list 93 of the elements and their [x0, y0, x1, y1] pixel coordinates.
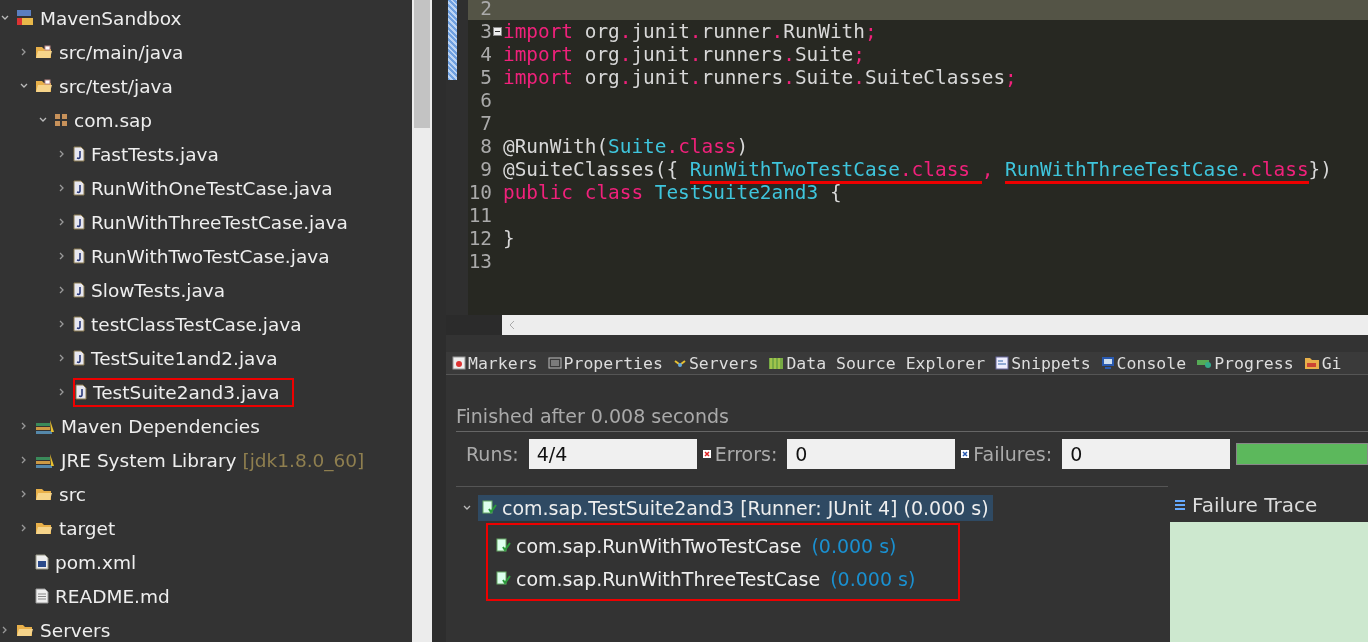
code-line: import org.junit.runners.Suite.SuiteClasses;	[503, 66, 1017, 89]
java-file-icon	[73, 146, 85, 162]
test-case-row[interactable]: com.sap.RunWithThreeTestCase (0.000 s)	[488, 562, 958, 595]
tree-item[interactable]: RunWithOneTestCase.java	[91, 177, 333, 199]
scrollbar[interactable]	[412, 0, 432, 642]
tree-item[interactable]: JRE System Library	[61, 449, 237, 471]
folder-icon	[35, 486, 53, 502]
failure-icon	[961, 450, 970, 458]
properties-icon	[547, 357, 562, 370]
tree-item[interactable]: src/main/java	[59, 41, 184, 63]
folder-icon	[35, 520, 53, 536]
counter-label: Errors:	[714, 443, 778, 465]
counter-value: 4/4	[528, 439, 697, 469]
code-line: @RunWith(Suite.class)	[503, 135, 749, 158]
java-file-icon	[75, 384, 87, 400]
tree-item[interactable]: TestSuite1and2.java	[91, 347, 278, 369]
java-file-icon	[73, 214, 85, 230]
error-icon	[702, 450, 711, 458]
line-number: 10	[468, 181, 492, 204]
tree-item[interactable]: MavenSandbox	[40, 7, 182, 29]
console-icon	[1100, 356, 1115, 371]
counter-label: Runs:	[466, 443, 519, 465]
view-tab[interactable]: Snippets	[1011, 353, 1091, 373]
tree-item[interactable]: target	[59, 517, 116, 539]
code-line: @SuiteClasses({ RunWithTwoTestCase.class , RunWithThreeTestCase.class})	[503, 158, 1332, 181]
file-icon	[35, 554, 49, 570]
tree-item[interactable]: Servers	[40, 619, 111, 641]
line-number: 12	[468, 227, 492, 250]
line-number: 8	[479, 135, 492, 158]
test-passed-icon	[482, 500, 498, 516]
list-icon	[1174, 499, 1186, 511]
tree-item[interactable]: TestSuite2and3.java	[93, 381, 280, 403]
project-icon	[16, 9, 34, 27]
text-file-icon	[35, 588, 49, 604]
view-tab[interactable]: Servers	[688, 353, 759, 373]
line-number: 2	[479, 0, 492, 20]
source-folder-icon	[35, 78, 53, 94]
tree-item[interactable]: RunWithThreeTestCase.java	[91, 211, 348, 233]
test-suite-row[interactable]: com.sap.TestSuite2and3 [Runner: JUnit 4] (0.000 s)	[478, 495, 993, 521]
line-number: 6	[479, 89, 492, 112]
tree-item[interactable]: com.sap	[74, 109, 153, 131]
view-tab[interactable]: Progress	[1214, 353, 1294, 373]
java-file-icon	[73, 248, 85, 264]
test-status: Finished after 0.008 seconds	[456, 405, 1368, 432]
code-line: public class TestSuite2and3 {	[503, 181, 842, 204]
line-number: 13	[468, 250, 492, 273]
test-passed-icon	[496, 570, 512, 587]
line-number: 4	[479, 43, 492, 66]
counter-value: 0	[787, 439, 956, 469]
tree-item[interactable]: RunWithTwoTestCase.java	[91, 245, 330, 267]
tree-item[interactable]: src	[59, 483, 86, 505]
code-line: import org.junit.runner.RunWith;	[503, 20, 877, 43]
view-tab[interactable]: Markers	[468, 353, 538, 373]
tree-item[interactable]: pom.xml	[55, 551, 137, 573]
folder-icon	[16, 622, 34, 638]
test-case-row[interactable]: com.sap.RunWithTwoTestCase (0.000 s)	[488, 529, 958, 562]
servers-icon	[672, 357, 687, 370]
data-source-icon	[768, 356, 785, 371]
failure-trace-title: Failure Trace	[1192, 493, 1318, 517]
tree-item[interactable]: README.md	[55, 585, 170, 607]
scrollbar-thumb[interactable]	[414, 0, 430, 128]
folder-icon	[1303, 356, 1320, 371]
source-folder-icon	[35, 44, 53, 60]
tree-item-decoration: [jdk1.8.0_60]	[242, 449, 365, 471]
view-tab[interactable]: Data Source Explorer	[786, 353, 986, 373]
tree-item[interactable]: testClassTestCase.java	[91, 313, 302, 335]
markers-icon	[452, 356, 466, 371]
counter-value: 0	[1062, 439, 1231, 469]
line-number: 9	[479, 158, 492, 181]
line-number: 5	[479, 66, 492, 89]
java-file-icon	[73, 350, 85, 366]
tree-item[interactable]: Maven Dependencies	[61, 415, 260, 437]
view-tab[interactable]: Console	[1116, 353, 1187, 373]
collapse-icon[interactable]	[493, 27, 502, 36]
tree-item[interactable]: FastTests.java	[91, 143, 219, 165]
package-icon	[54, 113, 68, 127]
java-file-icon	[73, 316, 85, 332]
horizontal-scrollbar[interactable]	[502, 315, 1368, 336]
tree-item[interactable]: SlowTests.java	[91, 279, 226, 301]
tree-item[interactable]: src/test/java	[59, 75, 173, 97]
counter-label: Failures:	[973, 443, 1053, 465]
line-number: 11	[468, 204, 492, 227]
snippets-icon	[995, 356, 1010, 371]
test-passed-icon	[496, 537, 512, 554]
code-line: }	[503, 227, 515, 250]
java-file-icon	[73, 180, 85, 196]
view-tab[interactable]: Gi	[1321, 353, 1342, 373]
line-number: 7	[479, 112, 492, 135]
view-tab[interactable]: Properties	[563, 353, 663, 373]
line-number: 3	[479, 20, 492, 43]
progress-icon	[1196, 357, 1213, 370]
java-file-icon	[73, 282, 85, 298]
code-line: import org.junit.runners.Suite;	[503, 43, 865, 66]
